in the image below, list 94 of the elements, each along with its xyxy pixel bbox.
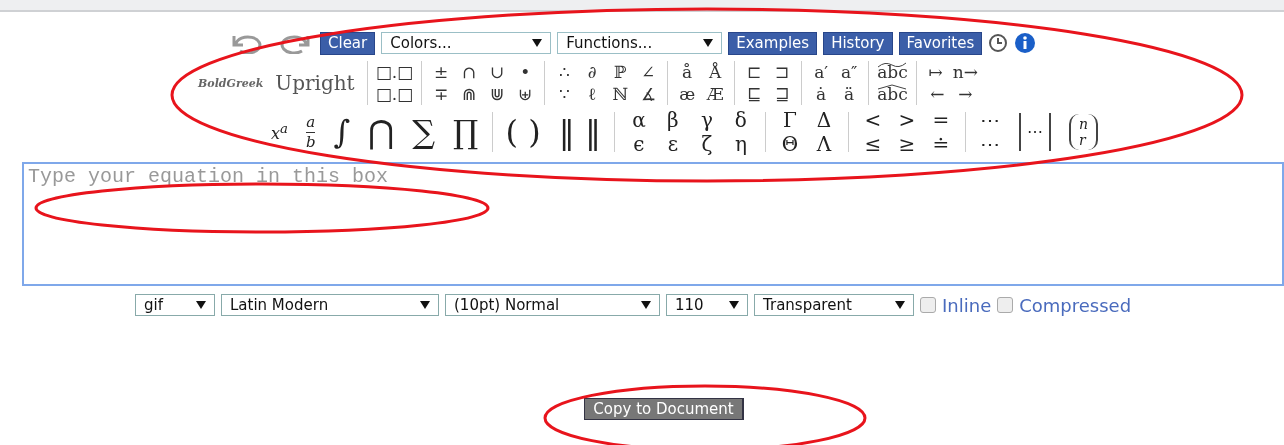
symbol-button[interactable]: ϵ <box>624 132 653 156</box>
info-icon[interactable] <box>1014 32 1037 54</box>
superscript-button[interactable]: x$^{a}$ <box>271 109 288 155</box>
symbol-button[interactable]: ℙ <box>609 61 632 83</box>
symbol-button[interactable]: ≐ <box>926 132 955 156</box>
binomial-button[interactable]: n r <box>1068 114 1098 150</box>
symbol-button[interactable]: ⊎ <box>514 83 537 105</box>
symbol-button[interactable]: = <box>926 108 955 132</box>
symbol-button[interactable]: ∵ <box>553 83 576 105</box>
symbol-button[interactable]: ä <box>838 83 861 105</box>
symbol-button[interactable]: < <box>858 108 887 132</box>
symbol-button[interactable]: ⋒ <box>458 83 481 105</box>
dropdown-arrow-icon <box>196 301 206 309</box>
symbol-button[interactable]: ∫ <box>333 112 351 152</box>
dropdown-arrow-icon <box>420 301 430 309</box>
clear-button[interactable]: Clear <box>320 31 376 55</box>
symbol-button[interactable]: ‖ ‖ <box>558 112 601 152</box>
fraction-button[interactable]: a b <box>306 113 316 151</box>
symbol-button[interactable]: α <box>624 108 653 132</box>
colors-dropdown[interactable]: Colors... <box>381 32 552 54</box>
option-dropdown[interactable]: 110 <box>666 294 748 316</box>
checkbox-label[interactable]: Compressed <box>1019 294 1132 316</box>
equation-input[interactable]: Type your equation in this box <box>22 162 1284 286</box>
symbol-button[interactable]: ⊑ <box>743 83 766 105</box>
symbol-button[interactable]: ± <box>430 61 453 83</box>
symbol-button[interactable]: abc <box>877 83 908 105</box>
bold-greek-button[interactable]: BoldGreek <box>198 76 264 90</box>
symbol-button[interactable]: Λ <box>809 132 838 156</box>
symbol-button[interactable]: ↦ <box>924 61 947 83</box>
toolbar-button[interactable]: History <box>823 31 893 55</box>
checkbox[interactable] <box>997 297 1014 313</box>
symbol-button[interactable]: ℓ <box>581 83 604 105</box>
symbol-button[interactable]: ( ) <box>505 112 541 152</box>
symbol-button[interactable]: ⋂ <box>368 112 395 152</box>
symbol-button[interactable]: γ <box>692 108 721 132</box>
dropdown-arrow-icon <box>895 301 905 309</box>
symbol-button[interactable]: • <box>514 61 537 83</box>
functions-dropdown[interactable]: Functions... <box>557 32 723 54</box>
toolbar-button[interactable]: Examples <box>728 31 818 55</box>
option-dropdown[interactable]: Latin Modern <box>221 294 439 316</box>
symbol-button[interactable]: ∴ <box>553 61 576 83</box>
symbol-button[interactable]: ℕ <box>609 83 632 105</box>
symbol-button[interactable]: β <box>658 108 687 132</box>
symbol-button[interactable]: æ <box>676 83 699 105</box>
symbol-button[interactable]: > <box>892 108 921 132</box>
symbol-button[interactable]: Γ <box>775 108 804 132</box>
symbol-button[interactable]: a″ <box>838 61 861 83</box>
symbol-button[interactable]: ∡ <box>637 83 660 105</box>
symbol-button[interactable]: □.□ <box>375 61 414 83</box>
symbol-button[interactable]: ⋯ <box>975 108 1004 132</box>
symbol-button[interactable]: ∂ <box>581 61 604 83</box>
symbol-button[interactable]: Å <box>704 61 727 83</box>
symbol-button[interactable]: ⊐ <box>771 61 794 83</box>
symbol-button[interactable]: ∏ <box>453 112 479 152</box>
symbol-button[interactable]: ∪ <box>486 61 509 83</box>
symbol-button[interactable]: ← <box>926 83 949 105</box>
symbol-button[interactable]: ≥ <box>892 132 921 156</box>
symbol-button[interactable]: ⊏ <box>743 61 766 83</box>
option-dropdown[interactable]: (10pt) Normal <box>445 294 660 316</box>
dropdown-arrow-icon <box>641 301 651 309</box>
matrix-button[interactable]: ⋯ <box>1018 113 1051 151</box>
clock-icon[interactable] <box>988 33 1009 53</box>
symbol-button[interactable]: ⋯ <box>975 132 1004 156</box>
option-dropdown[interactable]: Transparent <box>754 294 914 316</box>
upright-button[interactable]: Upright <box>275 71 355 95</box>
symbol-button[interactable]: ζ <box>692 132 721 156</box>
symbol-button[interactable]: ȧ <box>810 83 833 105</box>
symbol-button[interactable]: å <box>676 61 699 83</box>
dropdown-arrow-icon <box>532 39 543 47</box>
symbol-button[interactable]: Æ <box>704 83 727 105</box>
symbol-button[interactable]: ⊒ <box>771 83 794 105</box>
dropdown-arrow-icon <box>703 39 714 47</box>
symbol-button[interactable]: ⋓ <box>486 83 509 105</box>
toolbar-button[interactable]: Favorites <box>898 31 983 55</box>
symbol-button[interactable]: δ <box>726 108 755 132</box>
symbol-button[interactable]: ε <box>658 132 687 156</box>
dropdown-arrow-icon <box>729 301 739 309</box>
symbol-button[interactable]: ∓ <box>430 83 453 105</box>
symbol-button[interactable]: ∩ <box>458 61 481 83</box>
symbol-button[interactable]: Θ <box>775 132 804 156</box>
copy-to-document-button[interactable]: Copy to Document <box>584 398 744 420</box>
symbol-button[interactable]: η <box>726 132 755 156</box>
checkbox-label[interactable]: Inline <box>942 294 992 316</box>
symbol-button[interactable]: ≤ <box>858 132 887 156</box>
option-dropdown[interactable]: gif <box>135 294 215 316</box>
symbol-button[interactable]: ∑ <box>412 112 436 152</box>
symbol-button[interactable]: a′ <box>810 61 833 83</box>
symbol-button[interactable]: □.□ <box>375 83 414 105</box>
symbol-button[interactable]: → <box>954 83 977 105</box>
checkbox[interactable] <box>920 297 936 313</box>
symbol-button[interactable]: n→ <box>952 61 978 83</box>
symbol-button[interactable]: abc <box>877 61 908 83</box>
symbol-button[interactable]: ∠ <box>637 61 660 83</box>
symbol-button[interactable]: Δ <box>809 108 838 132</box>
